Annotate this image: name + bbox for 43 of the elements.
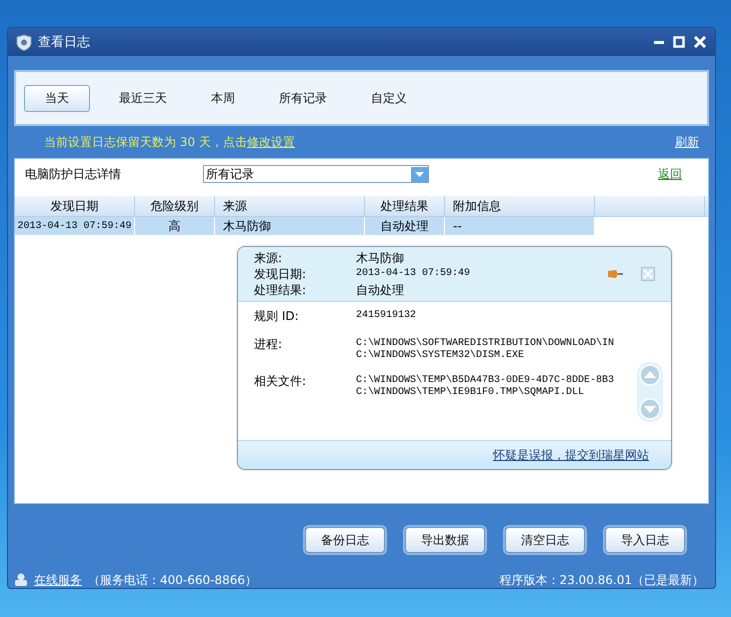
refresh-link[interactable]: 刷新 [675,134,699,150]
filter-tab[interactable]: 所有记录 [264,84,342,112]
detail-label: 规则 ID: [254,308,300,325]
detail-value: 2013-04-13 07:59:49 [356,267,472,281]
action-button[interactable]: 备份日志 [305,527,385,553]
detail-value: C:\WINDOWS\TEMP\B5DA47B3-0DE9-4D7C-8DDE-8B3 [356,375,616,386]
column-header[interactable]: 来源 [215,196,365,216]
detail-label: 进程: [254,336,284,353]
table-row[interactable]: 2013-04-13 07:59:49 高 木马防御 自动处理 -- [15,217,595,235]
filter-tab[interactable]: 本周 [196,84,250,112]
table-cell: 2013-04-13 07:59:49 [15,217,135,235]
shield-icon [16,34,32,50]
retention-notice: 当前设置日志保留天数为 30 天，点击 [44,134,247,150]
detail-value: 自动处理 [356,282,405,298]
record-dropdown[interactable]: 所有记录 [203,165,429,183]
detail-label: 处理结果: [254,282,308,298]
filter-tab[interactable]: 最近三天 [104,84,182,112]
back-link[interactable]: 返回 [658,166,682,182]
version-text: 程序版本：23.00.86.01（已是最新） [499,572,704,589]
detail-value: C:\WINDOWS\SOFTWAREDISTRIBUTION\DOWNLOAD\IN [356,338,616,350]
filter-tab[interactable]: 当天 [24,84,90,112]
filter-tab[interactable]: 自定义 [356,84,422,112]
window-title: 查看日志 [38,34,91,51]
column-header[interactable]: 处理结果 [365,196,445,216]
detail-value: C:\WINDOWS\SYSTEM32\DISM.EXE [356,350,526,362]
person-icon [14,572,28,586]
log-detail-label: 电脑防护日志详情 [25,166,122,182]
detail-value: C:\WINDOWS\TEMP\IE9B1F0.TMP\SQMAPI.DLL [356,387,586,399]
pin-icon[interactable] [607,269,623,279]
action-button[interactable]: 导出数据 [405,527,485,553]
column-header[interactable]: 附加信息 [445,196,595,216]
column-header[interactable]: 危险级别 [135,196,215,216]
service-link[interactable]: 在线服务 [34,572,82,589]
detail-label: 发现日期: [254,266,308,282]
detail-value: 木马防御 [356,250,405,266]
action-button[interactable]: 导入日志 [605,527,685,553]
detail-label: 相关文件: [254,373,308,390]
service-phone: （服务电话：400-660-8866） [88,572,258,589]
detail-value: 2415919132 [356,310,418,322]
detail-label: 来源: [254,250,284,266]
maximize-icon[interactable] [673,36,685,48]
action-button[interactable]: 清空日志 [505,527,585,553]
column-header[interactable]: 发现日期 [15,196,135,216]
